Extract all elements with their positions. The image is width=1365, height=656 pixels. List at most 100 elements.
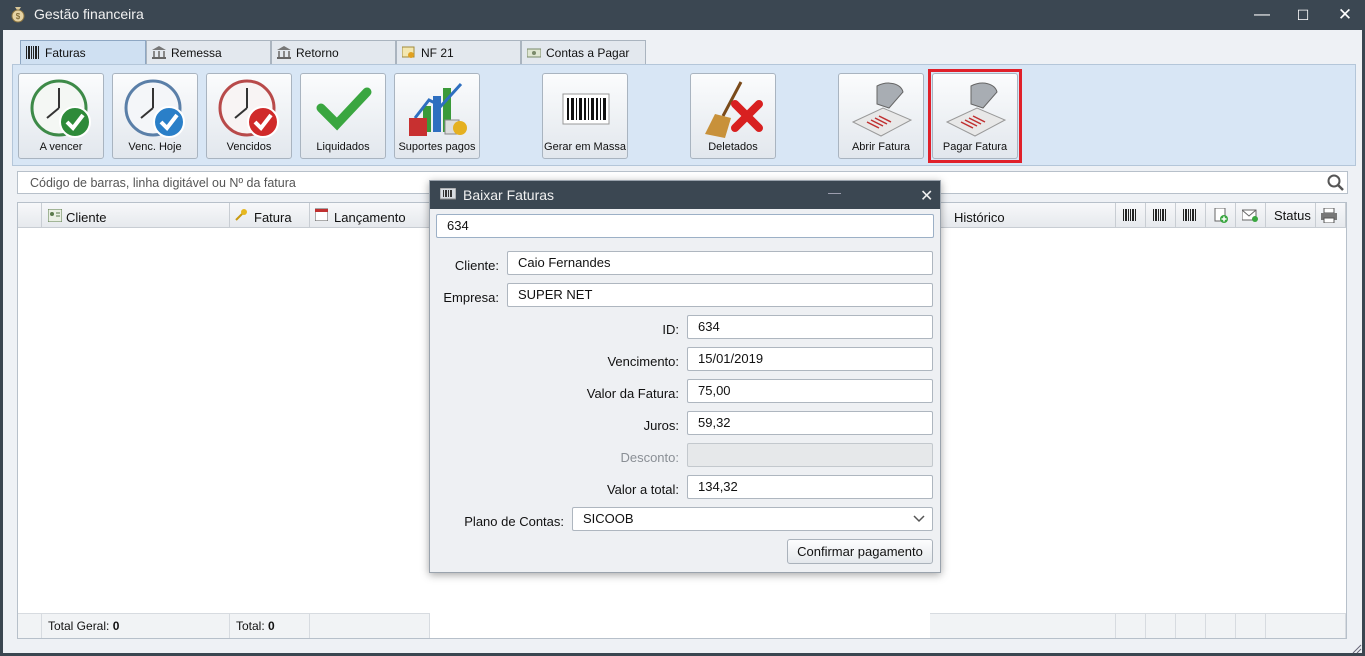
key-icon xyxy=(235,209,247,221)
column-header-barcode-3[interactable] xyxy=(1176,203,1206,228)
footer-cell xyxy=(1146,613,1176,638)
maximize-button[interactable]: ☐ xyxy=(1281,0,1325,30)
add-document-icon xyxy=(1214,208,1228,223)
valor-fatura-field[interactable]: 75,00 xyxy=(687,379,933,403)
tab-label: NF 21 xyxy=(421,46,454,60)
column-header-select[interactable] xyxy=(18,203,42,228)
juros-label: Juros: xyxy=(643,418,679,433)
fatura-search-input[interactable]: 634 xyxy=(436,214,934,238)
tab-label: Contas a Pagar xyxy=(546,46,630,60)
search-icon[interactable] xyxy=(1327,174,1345,192)
column-header-email[interactable] xyxy=(1236,203,1266,228)
tab-retorno[interactable]: Retorno xyxy=(271,40,396,64)
footer-cell xyxy=(1206,613,1236,638)
empresa-label: Empresa: xyxy=(443,290,499,305)
liquidados-button[interactable]: Liquidados xyxy=(300,73,386,159)
column-header-fatura[interactable]: Fatura xyxy=(230,203,310,228)
chevron-down-icon xyxy=(913,515,925,523)
button-label: Abrir Fatura xyxy=(851,141,911,153)
footer-cell xyxy=(930,613,1116,638)
venc-hoje-button[interactable]: Venc. Hoje xyxy=(112,73,198,159)
desconto-label: Desconto: xyxy=(620,450,679,465)
highlight-box xyxy=(928,69,1022,163)
column-header-status[interactable]: Status xyxy=(1266,203,1316,228)
tab-contas-a-pagar[interactable]: Contas a Pagar xyxy=(521,40,646,64)
gerar-em-massa-button[interactable]: Gerar em Massa xyxy=(542,73,628,159)
total-value: 0 xyxy=(268,619,275,633)
juros-field[interactable]: 59,32 xyxy=(687,411,933,435)
column-label: Fatura xyxy=(254,210,292,225)
button-label: Venc. Hoje xyxy=(128,141,182,153)
tab-remessa[interactable]: Remessa xyxy=(146,40,271,64)
vencimento-field[interactable]: 15/01/2019 xyxy=(687,347,933,371)
valor-fatura-label: Valor da Fatura: xyxy=(586,386,679,401)
dialog-titlebar: Baixar Faturas — ✕ xyxy=(430,181,940,209)
window-title: Gestão financeira xyxy=(34,6,144,22)
total-label: Total: xyxy=(236,619,265,633)
plano-contas-label: Plano de Contas: xyxy=(464,514,564,529)
clock-green-check-icon xyxy=(30,79,91,138)
green-check-icon xyxy=(316,87,372,131)
column-label: Lançamento xyxy=(334,210,406,225)
deletados-button[interactable]: Deletados xyxy=(690,73,776,159)
button-label: Deletados xyxy=(708,141,758,153)
barcode-reader-icon xyxy=(440,188,456,200)
close-button[interactable]: ✕ xyxy=(1323,0,1365,30)
footer-cell xyxy=(18,613,42,638)
minimize-button[interactable]: — xyxy=(1240,0,1284,30)
svg-text:$: $ xyxy=(16,12,21,21)
tab-nf21[interactable]: NF 21 xyxy=(396,40,521,64)
barcode-icon xyxy=(1153,209,1166,221)
total-geral-value: 0 xyxy=(112,619,120,633)
valor-total-field[interactable]: 134,32 xyxy=(687,475,933,499)
clock-red-check-icon xyxy=(218,79,279,138)
column-header-barcode-2[interactable] xyxy=(1146,203,1176,228)
footer-cell xyxy=(1236,613,1266,638)
column-header-cliente[interactable]: Cliente xyxy=(42,203,230,228)
total-geral-label: Total Geral: xyxy=(48,619,110,633)
window-titlebar: $ Gestão financeira — ☐ ✕ xyxy=(0,0,1365,30)
certificate-icon xyxy=(402,46,415,58)
chart-docs-icon xyxy=(409,82,467,136)
column-header-add-doc[interactable] xyxy=(1206,203,1236,228)
cliente-label: Cliente: xyxy=(454,258,499,273)
button-label: Gerar em Massa xyxy=(544,141,626,153)
column-header-historico[interactable]: Histórico xyxy=(940,203,1116,228)
desconto-field xyxy=(687,443,933,467)
button-label: Liquidados xyxy=(316,141,370,153)
column-label: Cliente xyxy=(66,210,107,225)
id-field[interactable]: 634 xyxy=(687,315,933,339)
confirmar-pagamento-button[interactable]: Confirmar pagamento xyxy=(787,539,933,564)
plano-contas-value: SICOOB xyxy=(583,511,634,526)
printer-icon xyxy=(1321,208,1337,223)
footer-total-geral: Total Geral: 0 xyxy=(42,613,230,638)
column-header-barcode-1[interactable] xyxy=(1116,203,1146,228)
plano-contas-select[interactable]: SICOOB xyxy=(572,507,933,531)
barcode-scanner-icon xyxy=(851,82,913,137)
resize-grip-icon[interactable] xyxy=(1350,642,1362,654)
abrir-fatura-button[interactable]: Abrir Fatura xyxy=(838,73,924,159)
barcode-icon xyxy=(1123,209,1136,221)
tab-faturas[interactable]: Faturas xyxy=(20,40,146,64)
dialog-close-button[interactable]: ✕ xyxy=(920,186,933,206)
cliente-field[interactable]: Caio Fernandes xyxy=(507,251,933,275)
a-vencer-button[interactable]: A vencer xyxy=(18,73,104,159)
column-header-print[interactable] xyxy=(1316,203,1346,228)
email-icon xyxy=(1242,209,1258,222)
button-label: Suportes pagos xyxy=(398,141,476,153)
button-label: Vencidos xyxy=(226,141,272,153)
bank-icon xyxy=(277,46,291,59)
empresa-field[interactable]: SUPER NET xyxy=(507,283,933,307)
clock-blue-check-icon xyxy=(124,79,185,138)
footer-cell xyxy=(1116,613,1146,638)
barcode-icon xyxy=(26,46,39,59)
vencidos-button[interactable]: Vencidos xyxy=(206,73,292,159)
barcode-icon xyxy=(562,93,610,125)
money-bag-icon: $ xyxy=(11,7,25,23)
dialog-minimize-button[interactable]: — xyxy=(828,185,841,200)
suportes-pagos-button[interactable]: Suportes pagos xyxy=(394,73,480,159)
footer-total: Total: 0 xyxy=(230,613,310,638)
barcode-icon xyxy=(1183,209,1196,221)
footer-cell xyxy=(310,613,430,638)
column-header-lancamento[interactable]: Lançamento xyxy=(310,203,430,228)
